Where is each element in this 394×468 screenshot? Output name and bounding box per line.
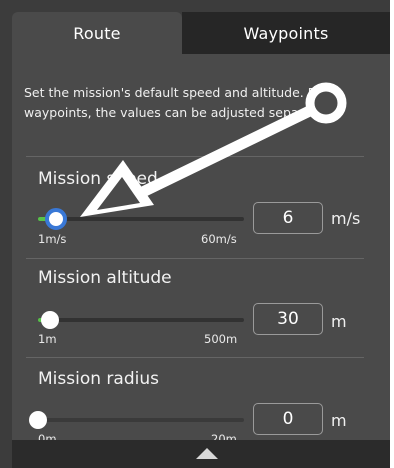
tab-waypoints[interactable]: Waypoints (182, 12, 390, 54)
tab-bar: Route Waypoints (12, 12, 390, 54)
altitude-title: Mission altitude (38, 268, 172, 288)
altitude-input[interactable]: 30 (253, 303, 323, 335)
speed-min-label: 1m/s (38, 232, 67, 246)
radius-unit: m (331, 411, 347, 430)
radius-input[interactable]: 0 (253, 403, 323, 435)
speed-input[interactable]: 6 (253, 202, 323, 234)
route-description: Set the mission's default speed and alti… (24, 85, 338, 120)
collapse-bar[interactable] (12, 440, 390, 468)
window-edge (390, 0, 394, 468)
altitude-unit: m (331, 312, 347, 331)
divider (26, 357, 364, 358)
mission-settings-window: Route Waypoints Set the mission's defaul… (0, 0, 394, 468)
speed-title: Mission speed (38, 169, 158, 189)
caret-up-icon[interactable] (196, 448, 218, 459)
speed-unit: m/s (331, 209, 361, 228)
divider (26, 156, 364, 157)
altitude-slider[interactable] (38, 311, 244, 329)
altitude-min-label: 1m (38, 332, 57, 346)
tab-route[interactable]: Route (12, 12, 182, 54)
speed-max-label: 60m/s (201, 232, 237, 246)
radius-slider-thumb[interactable] (29, 411, 47, 429)
speed-slider[interactable] (38, 208, 244, 230)
altitude-max-label: 500m (204, 332, 238, 346)
divider (26, 258, 364, 259)
altitude-slider-thumb[interactable] (40, 311, 59, 329)
speed-slider-thumb[interactable] (44, 208, 67, 230)
radius-slider[interactable] (29, 411, 244, 429)
radius-title: Mission radius (38, 369, 159, 389)
